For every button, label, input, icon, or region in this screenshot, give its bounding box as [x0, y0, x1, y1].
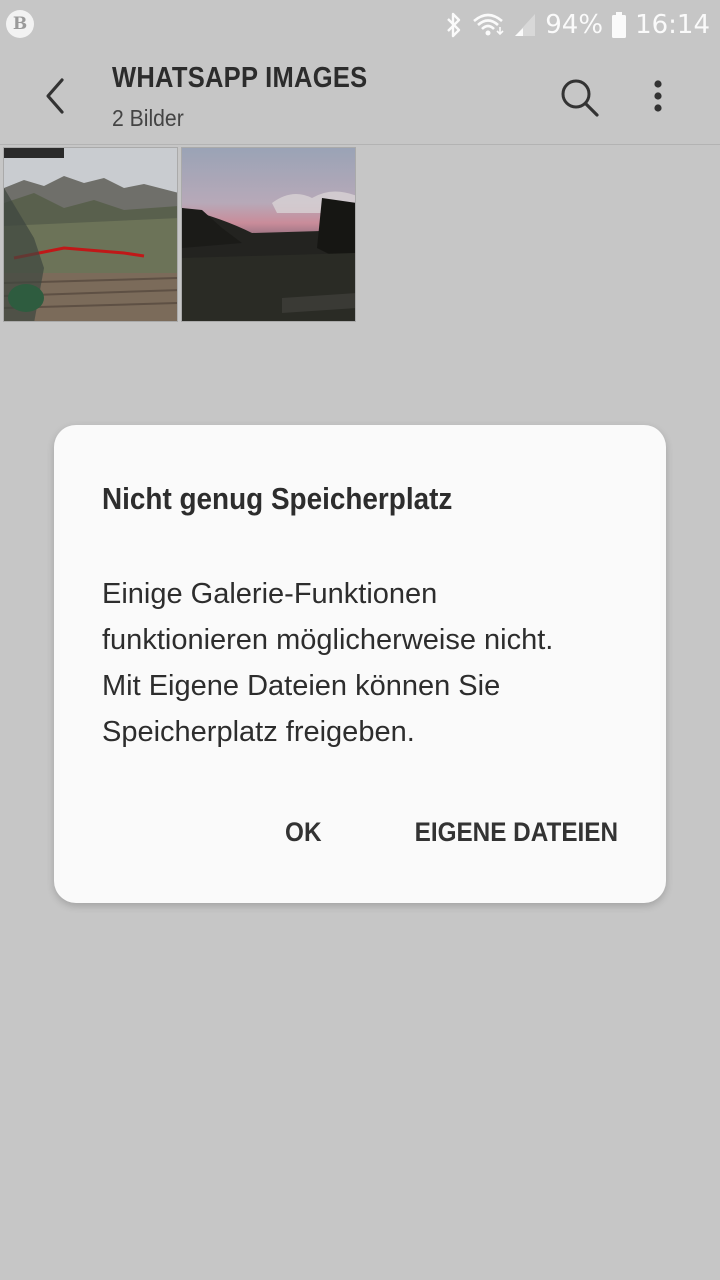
wifi-icon — [471, 11, 505, 39]
battery-icon — [611, 11, 627, 39]
title-block: WHATSAPP IMAGES 2 Bilder — [112, 62, 402, 132]
dialog-message: Einige Galerie-Funktionen funktionieren … — [102, 578, 554, 748]
app-bar: WHATSAPP IMAGES 2 Bilder — [0, 50, 720, 145]
image-grid — [3, 147, 356, 322]
my-files-button[interactable]: EIGENE DATEIEN — [415, 817, 618, 848]
dialog-actions: OK EIGENE DATEIEN — [281, 817, 618, 848]
back-arrow-icon — [46, 78, 64, 114]
notification-badge: B — [6, 10, 34, 38]
sunset-landscape-photo — [182, 148, 355, 321]
status-right-group: 94% 16:14 — [445, 8, 710, 42]
thumbnail-mountain-deck[interactable] — [3, 147, 178, 322]
battery-percent: 94% — [545, 10, 604, 40]
more-vert-icon — [654, 80, 662, 112]
mountain-deck-photo — [4, 148, 177, 321]
search-button[interactable] — [556, 74, 602, 120]
ok-button[interactable]: OK — [286, 817, 322, 848]
more-options-button[interactable] — [640, 74, 676, 120]
signal-icon — [513, 12, 537, 38]
page-title: WHATSAPP IMAGES — [112, 62, 368, 94]
bluetooth-icon — [445, 11, 463, 39]
status-bar: B 94% 16:14 — [0, 0, 720, 50]
storage-warning-dialog: Nicht genug Speicherplatz Einige Galerie… — [54, 425, 666, 903]
search-icon — [561, 79, 599, 117]
dialog-title: Nicht genug Speicherplatz — [102, 481, 453, 516]
thumbnail-sunset-landscape[interactable] — [181, 147, 356, 322]
back-button[interactable] — [36, 74, 76, 118]
clock: 16:14 — [635, 10, 710, 40]
page-subtitle: 2 Bilder — [112, 105, 184, 131]
